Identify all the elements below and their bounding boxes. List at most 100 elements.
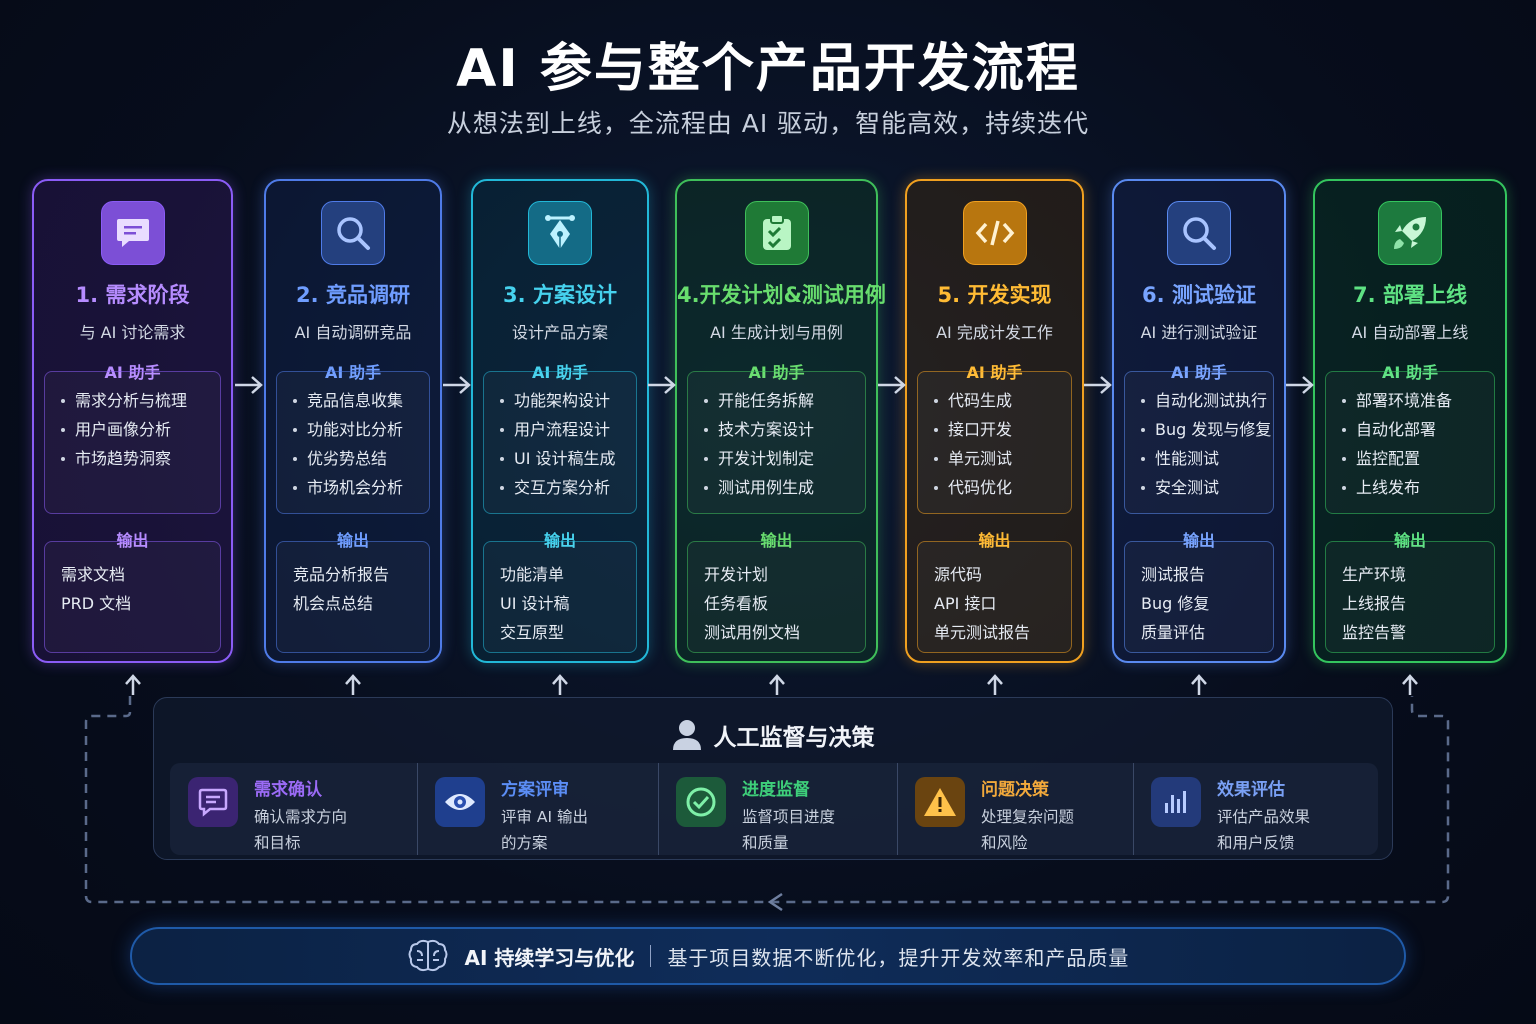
ai-task-item: 功能对比分析 <box>293 415 429 444</box>
output-item: 竞品分析报告 <box>293 565 390 584</box>
up-arrow-icon <box>1191 674 1207 695</box>
stage-subtitle: AI 生成计划与用例 <box>710 323 843 342</box>
supervision-item-desc: 处理复杂问题 <box>981 808 1075 826</box>
stage-card-6: 6. 测试验证 AI 进行测试验证 AI 助手 自动化测试执行 Bug 发现与修复 性能测… <box>1112 179 1286 663</box>
supervision-item-desc: 和风险 <box>981 834 1028 852</box>
output-box: 功能清单 UI 设计稿 交互原型 <box>483 541 637 653</box>
up-arrow-icon <box>345 674 361 695</box>
flow-arrow-icon <box>442 376 471 394</box>
code-icon <box>962 201 1027 265</box>
bar-chart-icon <box>1151 777 1201 827</box>
flow-arrow-icon <box>1084 376 1112 394</box>
output-item: API 接口 <box>934 594 997 613</box>
supervision-item: 问题决策处理复杂问题 和风险 <box>897 763 1133 855</box>
ai-task-item: UI 设计稿生成 <box>500 444 636 473</box>
stage-subtitle: AI 自动调研竞品 <box>294 323 412 342</box>
stage-title: 1. 需求阶段 <box>75 283 190 307</box>
footer-divider <box>650 945 652 967</box>
stage-card-3: 3. 方案设计 设计产品方案 AI 助手 功能架构设计 用户流程设计 UI 设计稿生成 交互… <box>471 179 649 663</box>
ai-task-item: 交互方案分析 <box>500 473 636 502</box>
supervision-item-desc: 确认需求方向 <box>254 808 348 826</box>
divider <box>417 763 418 855</box>
supervision-item-name: 效果评估 <box>1217 780 1285 800</box>
message-square-icon <box>188 777 238 827</box>
output-item: 质量评估 <box>1141 623 1206 642</box>
rocket-icon <box>1378 201 1442 265</box>
stage-card-1: 1. 需求阶段与 AI 讨论需求 AI 助手 需求分析与梳理 用户画像分析 市场趋势洞察… <box>32 179 233 663</box>
output-box: 测试报告 Bug 修复 质量评估 <box>1124 541 1274 653</box>
flow-arrow-icon <box>234 376 263 394</box>
ai-task-item: 单元测试 <box>934 444 1071 473</box>
supervision-item-desc: 和质量 <box>742 834 789 852</box>
ai-task-item: 需求分析与梳理 <box>61 386 220 415</box>
clipboard-check-icon <box>744 201 809 265</box>
output-box: 生产环境 上线报告 监控告警 <box>1325 541 1495 653</box>
brain-icon <box>408 939 448 972</box>
stage-title: 3. 方案设计 <box>503 283 617 307</box>
supervision-item: 效果评估 评估产品效果 和用户反馈 <box>1133 763 1378 855</box>
output-item: 开发计划 <box>704 565 769 584</box>
ai-task-box: 功能架构设计 用户流程设计 UI 设计稿生成 交互方案分析 <box>483 371 637 514</box>
footer-banner: AI 持续学习与优化 基于项目数据不断优化，提升开发效率和产品质量 <box>130 927 1406 985</box>
supervision-item: 进度监督 监督项目进度 和质量 <box>658 763 897 855</box>
search-icon <box>1167 201 1231 265</box>
ai-task-box: 需求分析与梳理 用户画像分析 市场趋势洞察 <box>44 371 221 514</box>
output-item: 上线报告 <box>1342 594 1407 613</box>
output-box: 需求文档 PRD 文档 <box>44 541 221 653</box>
ai-task-item: 开能任务拆解 <box>704 386 865 415</box>
ai-task-item: Bug 发现与修复 <box>1141 415 1273 444</box>
ai-task-item: 用户流程设计 <box>500 415 636 444</box>
ai-task-item: 自动化测试执行 <box>1141 386 1273 415</box>
output-item: 测试用例文档 <box>704 623 801 642</box>
ai-task-item: 用户画像分析 <box>61 415 220 444</box>
supervision-item-name: 问题决策 <box>981 780 1049 800</box>
page-subtitle: 从想法到上线，全流程由 AI 驱动，智能高效，持续迭代 <box>446 109 1090 138</box>
output-item: UI 设计稿 <box>500 594 570 613</box>
supervision-item: 方案评审 评审 AI 输出 的方案 <box>417 763 658 855</box>
supervision-item-desc: 监督项目进度 <box>742 808 836 826</box>
flow-arrow-icon <box>1285 376 1314 394</box>
up-arrow-icon <box>552 674 568 695</box>
output-item: 任务看板 <box>704 594 769 613</box>
supervision-item-desc: 评审 AI 输出 <box>501 808 589 826</box>
stage-subtitle: AI 自动部署上线 <box>1351 323 1469 342</box>
stage-subtitle: 与 AI 讨论需求 <box>79 323 186 342</box>
ai-task-box: 竞品信息收集 功能对比分析 优劣势总结 市场机会分析 <box>276 371 430 514</box>
ai-task-box: 自动化测试执行 Bug 发现与修复 性能测试 安全测试 <box>1124 371 1274 514</box>
ai-task-box: 开能任务拆解 技术方案设计 开发计划制定 测试用例生成 <box>687 371 866 514</box>
chat-bubble-icon <box>100 201 165 265</box>
stage-title: 2. 竞品调研 <box>296 283 410 307</box>
output-item: 源代码 <box>934 565 983 584</box>
stage-card-4: 4.开发计划&测试用例 AI 生成计划与用例 AI 助手 开能任务拆解 技术方案设计 开发… <box>675 179 886 663</box>
flow-arrow-icon <box>648 376 676 394</box>
page-title: AI 参与整个产品开发流程 <box>456 39 1080 99</box>
ai-task-box: 部署环境准备 自动化部署 监控配置 上线发布 <box>1325 371 1495 514</box>
divider <box>897 763 898 855</box>
warning-icon <box>915 777 965 827</box>
ai-task-item: 测试用例生成 <box>704 473 865 502</box>
supervision-items: 需求确认 确认需求方向 和目标 方案评审 评审 AI 输出 的方案 进度监督 监督项目进度 和质… <box>170 763 1378 855</box>
footer-title: AI 持续学习与优化 <box>464 945 635 970</box>
output-item: 功能清单 <box>500 565 565 584</box>
output-box: 开发计划任务看板测试用例文档 <box>687 541 866 653</box>
ai-task-item: 优劣势总结 <box>293 444 429 473</box>
stage-subtitle: AI 进行测试验证 <box>1140 323 1258 342</box>
supervision-item-desc: 和目标 <box>254 834 301 852</box>
search-icon <box>321 201 385 265</box>
ai-task-item: 市场趋势洞察 <box>61 444 220 473</box>
output-box: 源代码 API 接口 单元测试报告 <box>917 541 1072 653</box>
output-item: 监控告警 <box>1342 623 1407 642</box>
stage-card-5: 5. 开发实现 AI 完成计发工作 AI 助手 代码生成 接口开发 单元测试 代码优化 输出源… <box>905 179 1084 663</box>
eye-icon <box>435 777 485 827</box>
supervision-title: 人工监督与决策 <box>713 725 875 751</box>
output-item: 交互原型 <box>500 623 565 642</box>
ai-task-item: 功能架构设计 <box>500 386 636 415</box>
stage-subtitle: AI 完成计发工作 <box>936 323 1053 342</box>
ai-task-item: 部署环境准备 <box>1342 386 1494 415</box>
supervision-item-desc: 和用户反馈 <box>1217 834 1295 852</box>
output-item: 需求文档 <box>61 565 126 584</box>
output-box: 竞品分析报告 机会点总结 <box>276 541 430 653</box>
ai-task-item: 开发计划制定 <box>704 444 865 473</box>
ai-task-item: 安全测试 <box>1141 473 1273 502</box>
up-arrow-icon <box>986 674 1003 695</box>
